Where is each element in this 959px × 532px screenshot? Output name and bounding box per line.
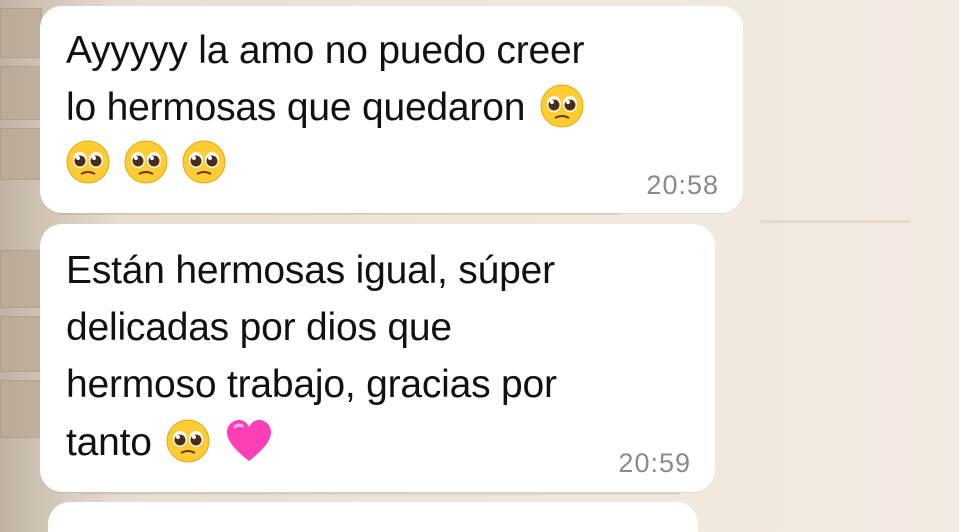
message-timestamp: 20:59: [618, 448, 691, 478]
pleading-face-icon: [66, 140, 110, 189]
message-line: delicadas por dios que: [66, 306, 452, 349]
message-bubble-partial: [48, 502, 698, 532]
message-line: tanto: [66, 421, 152, 464]
message-timestamp: 20:58: [646, 170, 719, 200]
pleading-face-icon: [124, 140, 168, 189]
pink-heart-icon: [225, 419, 273, 463]
message-line-with-emoji: tanto: [66, 414, 273, 471]
message-line: Están hermosas igual, súper: [66, 249, 555, 292]
pleading-face-icon: [166, 419, 210, 463]
message-bubble-1[interactable]: Ayyyyy la amo no puedo creer lo hermosas…: [40, 6, 743, 213]
message-bubble-2[interactable]: Están hermosas igual, súper delicadas po…: [40, 224, 715, 492]
message-line: hermoso trabajo, gracias por: [66, 363, 557, 406]
message-line: Ayyyyy la amo no puedo creer: [66, 29, 585, 72]
pleading-face-icon: [182, 140, 226, 189]
message-line: lo hermosas que quedaron: [66, 86, 526, 129]
emoji-row: [66, 140, 226, 189]
message-line-with-emoji: lo hermosas que quedaron: [66, 79, 584, 136]
pleading-face-icon: [540, 84, 584, 128]
